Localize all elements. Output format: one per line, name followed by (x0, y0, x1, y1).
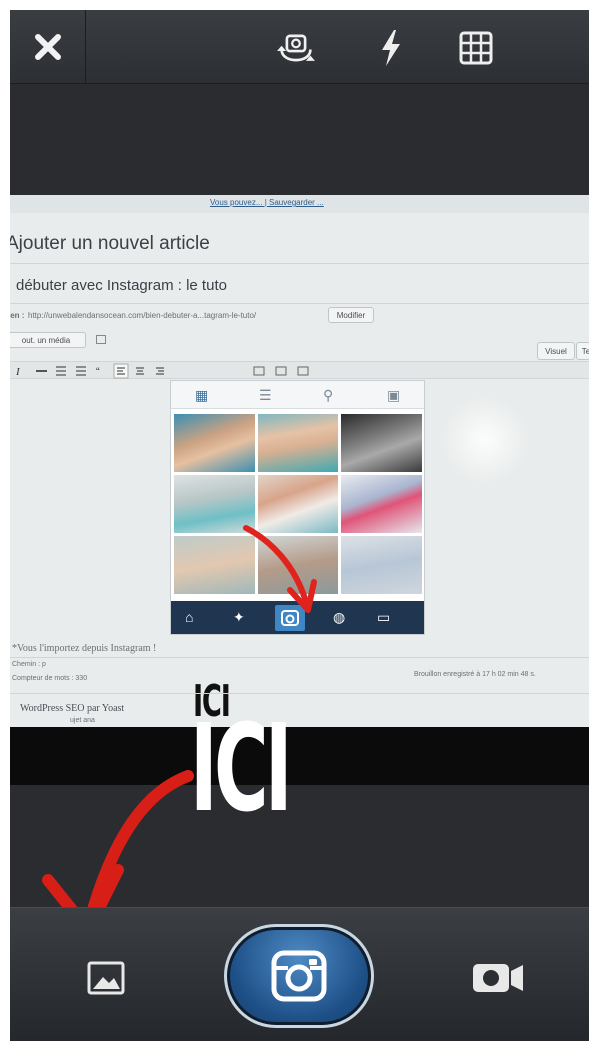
ici-annotation: ICI (190, 700, 293, 839)
word-count: Compteur de mots : 330 (12, 675, 88, 682)
grid-photo (257, 414, 339, 472)
seo-box-row: ujet ana (70, 717, 95, 724)
text-tab[interactable]: Te (576, 342, 589, 360)
flash-icon (382, 30, 400, 66)
camera-top-bar (10, 10, 589, 84)
close-button[interactable] (10, 10, 86, 84)
editor-toolbar: I “ (10, 361, 589, 379)
instagram-profile-tabs: ▦ ☰ ⚲ ▣ (171, 381, 424, 409)
flip-camera-button[interactable] (274, 26, 318, 70)
svg-text:I: I (15, 366, 21, 378)
camera-viewfinder: Vous pouvez... | Sauvegarder ... Ajouter… (10, 195, 589, 727)
draft-saved-status: Brouillon enregistré à 17 h 02 min 48 s. (414, 671, 536, 678)
grid-photo (174, 414, 255, 472)
modify-button[interactable]: Modifier (328, 307, 374, 323)
flash-button[interactable] (369, 26, 413, 70)
gallery-button[interactable] (84, 958, 128, 998)
camera-icon (271, 950, 327, 1002)
wp-header-link: Vous pouvez... | Sauvegarder ... (210, 198, 324, 207)
grid-photo (341, 536, 422, 594)
video-mode-button[interactable] (468, 958, 528, 998)
grid-icon (459, 31, 493, 65)
person-icon: ▣ (387, 387, 401, 403)
pin-icon: ⚲ (323, 387, 334, 403)
page-heading: Ajouter un nouvel article (10, 233, 210, 254)
post-body-line: *Vous l'importez depuis Instagram ! (12, 643, 157, 654)
activity-icon: ◍ (333, 609, 346, 625)
grid-photo (341, 414, 422, 472)
close-icon (34, 34, 61, 60)
add-media-button[interactable]: out. un média (10, 332, 86, 348)
svg-text:“: “ (96, 366, 100, 378)
camera-bottom-bar (10, 907, 589, 1041)
instagram-camera-screen: Vous pouvez... | Sauvegarder ... Ajouter… (10, 10, 589, 1041)
gallery-icon (87, 961, 125, 995)
flip-camera-icon (277, 34, 315, 62)
red-arrow-small (243, 525, 317, 613)
seo-box-title: WordPress SEO par Yoast (20, 703, 125, 714)
path-label: Chemin : p (12, 661, 46, 668)
post-title: débuter avec Instagram : le tuto (16, 277, 227, 294)
grid-toggle-button[interactable] (454, 26, 498, 70)
video-camera-icon (473, 964, 523, 992)
form-icon[interactable] (96, 335, 106, 344)
grid-photo (341, 475, 422, 533)
shutter-button[interactable] (224, 924, 374, 1028)
permalink-label: ien : (10, 311, 25, 320)
home-icon: ⌂ (185, 609, 194, 625)
permalink-url: http://unwebalendansocean.com/bien-debut… (28, 311, 257, 320)
visual-tab[interactable]: Visuel (537, 342, 575, 360)
profile-icon: ▭ (377, 609, 391, 625)
list-icon: ☰ (259, 387, 272, 403)
grid-icon: ▦ (195, 387, 209, 403)
